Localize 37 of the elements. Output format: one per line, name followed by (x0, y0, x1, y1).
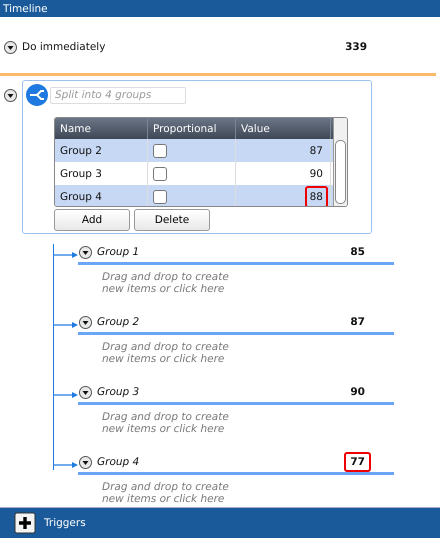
group-label: Group 1 (97, 246, 140, 258)
step-label: Do immediately (22, 41, 106, 53)
group-value: 85 (349, 245, 366, 260)
delete-button[interactable]: Delete (134, 209, 210, 231)
add-icon[interactable] (14, 512, 36, 534)
group-label: Group 3 (97, 386, 140, 398)
drop-hint[interactable]: Drag and drop to create new items or click here (102, 481, 242, 505)
collapse-toggle-icon[interactable] (79, 386, 92, 398)
collapse-toggle-icon[interactable] (4, 89, 17, 102)
table-row[interactable]: Group 2 87 (55, 139, 333, 162)
group-label: Group 4 (97, 456, 140, 468)
collapse-toggle-icon[interactable] (79, 246, 92, 258)
drop-hint[interactable]: Drag and drop to create new items or click here (102, 271, 242, 295)
add-button[interactable]: Add (54, 209, 130, 231)
collapse-toggle-icon[interactable] (79, 456, 92, 468)
group-value: 87 (349, 315, 366, 330)
footer-label: Triggers (44, 517, 86, 529)
drop-hint[interactable]: Drag and drop to create new items or click here (102, 341, 242, 365)
checkbox[interactable] (153, 190, 167, 204)
checkbox[interactable] (153, 166, 167, 180)
checkbox[interactable] (153, 144, 167, 158)
window-title: Timeline (3, 2, 48, 14)
step-value: 339 (345, 41, 367, 53)
group-value: 90 (349, 385, 366, 400)
collapse-toggle-icon[interactable] (4, 40, 17, 54)
table-cell-text: 87 (308, 144, 324, 158)
table-cell: Group 4 (55, 185, 148, 206)
collapse-toggle-icon[interactable] (79, 316, 92, 328)
split-icon (26, 84, 48, 106)
scrollbar[interactable] (333, 118, 347, 206)
drop-hint[interactable]: Drag and drop to create new items or click here (102, 411, 242, 435)
scroll-thumb[interactable] (335, 140, 346, 204)
table-row[interactable]: Group 4 88 (55, 185, 333, 206)
split-name-field[interactable]: Split into 4 groups (50, 86, 186, 104)
group-label: Group 2 (97, 316, 140, 328)
table-cell-text: 90 (308, 166, 324, 182)
table-cell: 88 (304, 186, 328, 206)
